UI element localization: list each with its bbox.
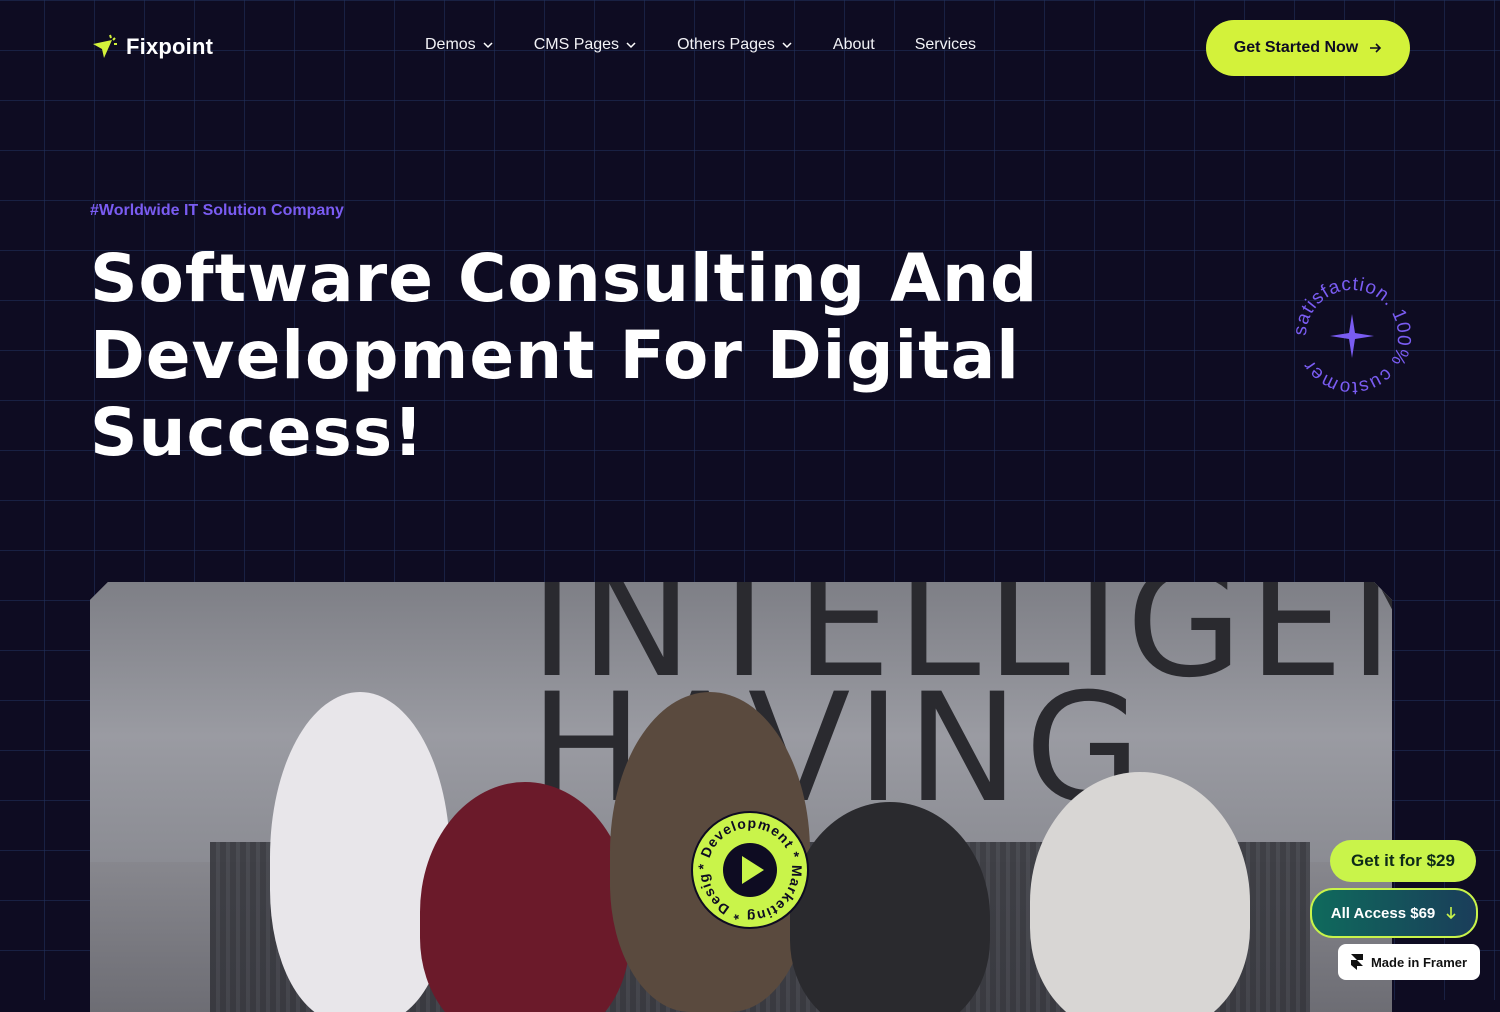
nav-item-label: About — [832, 36, 875, 53]
logo-icon — [93, 34, 117, 58]
nav-item-services[interactable]: Services — [915, 36, 976, 54]
hero-tagline: #Worldwide IT Solution Company — [90, 202, 344, 219]
nav-item-demos[interactable]: Demos — [425, 36, 494, 54]
chevron-down-icon — [782, 42, 792, 49]
logo-text: Fixpoint — [126, 34, 214, 59]
nav-item-label: CMS Pages — [533, 36, 620, 53]
main-nav: Demos CMS Pages Others Pages About Servi… — [425, 36, 1016, 54]
nav-item-label: Services — [914, 36, 977, 53]
site-header: Fixpoint Demos CMS Pages Others Pages Ab… — [0, 0, 1500, 96]
framer-icon — [1350, 954, 1363, 970]
nav-item-cms-pages[interactable]: CMS Pages — [534, 36, 637, 54]
nav-item-about[interactable]: About — [833, 36, 875, 54]
framer-label: Made in Framer — [1370, 954, 1468, 970]
satisfaction-badge: satisfaction. 100% customer — [1290, 274, 1413, 398]
all-access-label: All Access $69 — [1330, 904, 1436, 922]
nav-item-label: Others Pages — [677, 36, 775, 53]
chevron-down-icon — [483, 42, 493, 49]
logo[interactable]: Fixpoint — [90, 32, 213, 62]
all-access-button[interactable]: All Access $69 — [1310, 888, 1478, 938]
arrow-right-icon — [1370, 43, 1382, 53]
get-started-label: Get Started Now — [1233, 39, 1359, 56]
get-started-button[interactable]: Get Started Now — [1206, 20, 1410, 76]
hero-image: INTELLIGEN HAVING — [90, 582, 1392, 1012]
made-in-framer-badge[interactable]: Made in Framer — [1338, 944, 1480, 980]
chevron-down-icon — [626, 42, 636, 49]
nav-item-others-pages[interactable]: Others Pages — [677, 36, 793, 54]
buy-template-button[interactable]: Get it for $29 — [1330, 840, 1476, 882]
hero-title: Software Consulting And Development For … — [90, 240, 1039, 471]
sparkle-icon — [1330, 314, 1374, 358]
play-video-badge[interactable]: * Development * Marketing * Design — [690, 810, 810, 930]
nav-item-label: Demos — [425, 36, 476, 53]
arrow-down-icon — [1446, 907, 1456, 920]
